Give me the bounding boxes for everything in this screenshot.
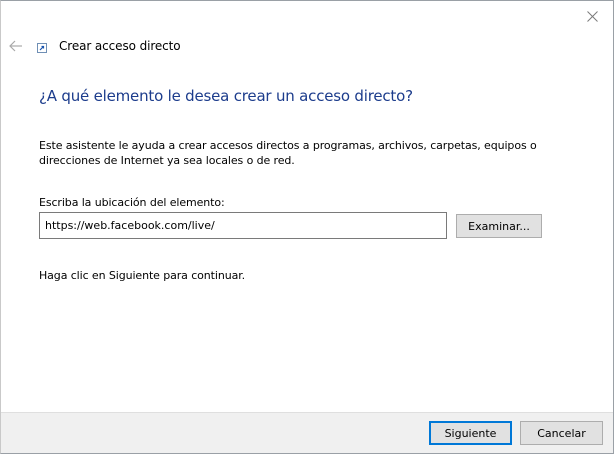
continue-hint: Haga clic en Siguiente para continuar. [39,269,246,282]
back-button[interactable] [6,37,26,55]
shortcut-icon [37,43,47,53]
close-button[interactable] [577,3,607,29]
cancel-button[interactable]: Cancelar [520,421,603,445]
dialog-footer: Siguiente Cancelar [1,412,613,453]
page-heading: ¿A qué elemento le desea crear un acceso… [39,87,413,105]
location-label: Escriba la ubicación del elemento: [39,196,225,209]
location-input[interactable] [39,212,447,239]
wizard-title: Crear acceso directo [59,39,181,53]
next-button[interactable]: Siguiente [429,421,512,445]
close-icon [586,10,598,22]
browse-button[interactable]: Examinar... [456,214,542,238]
back-arrow-icon [9,40,22,52]
create-shortcut-dialog: Crear acceso directo ¿A qué elemento le … [0,0,614,454]
wizard-description: Este asistente le ayuda a crear accesos … [39,139,537,167]
